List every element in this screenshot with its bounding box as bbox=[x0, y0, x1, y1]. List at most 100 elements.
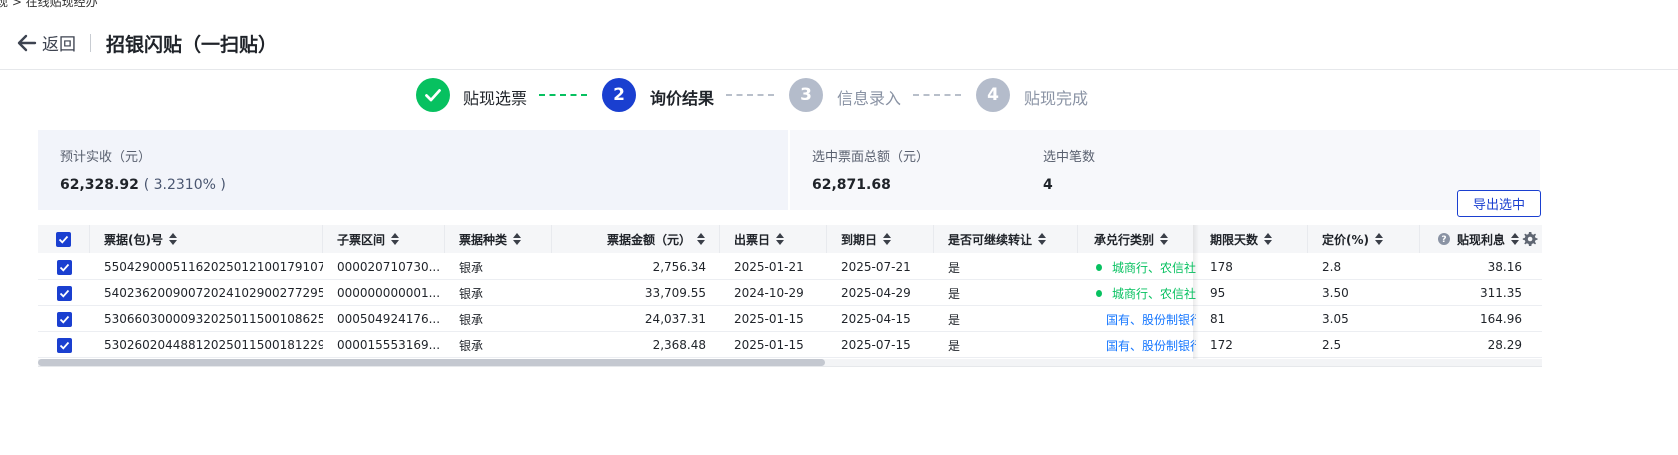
export-selected-button[interactable]: 导出选中 bbox=[1457, 190, 1541, 217]
cell-transferable: 是 bbox=[948, 338, 961, 353]
cell-amount: 2,368.48 bbox=[652, 338, 706, 352]
back-label: 返回 bbox=[42, 35, 76, 55]
row-checkbox[interactable] bbox=[56, 285, 72, 301]
col-header-sub-range[interactable]: 子票区间 bbox=[323, 225, 445, 253]
cell-interest: 28.29 bbox=[1487, 338, 1522, 352]
sort-icon[interactable] bbox=[391, 233, 400, 245]
check-icon bbox=[59, 341, 69, 350]
cell-issue: 2024-10-29 bbox=[734, 286, 804, 300]
check-icon bbox=[59, 289, 69, 298]
sort-icon[interactable] bbox=[1038, 233, 1047, 245]
row-checkbox[interactable] bbox=[56, 337, 72, 353]
sort-icon[interactable] bbox=[1375, 233, 1383, 245]
status-dot bbox=[1096, 263, 1102, 271]
expected-amount: 62,328.92 bbox=[60, 177, 139, 193]
sort-icon[interactable] bbox=[776, 233, 785, 245]
step-connector-2 bbox=[726, 94, 774, 96]
selected-count-value: 4 bbox=[1043, 177, 1053, 193]
row-checkbox-cell bbox=[38, 306, 90, 332]
header-divider bbox=[90, 34, 91, 52]
sort-icon[interactable] bbox=[1511, 233, 1520, 245]
cell-transferable: 是 bbox=[948, 312, 961, 327]
cell-range: 000020710730... bbox=[337, 260, 441, 274]
col-header-interest[interactable]: ? 贴现利息 bbox=[1420, 225, 1542, 253]
cell-issue: 2025-01-15 bbox=[734, 338, 804, 352]
col-header-due-date[interactable]: 到期日 bbox=[827, 225, 934, 253]
status-dot bbox=[1096, 289, 1102, 297]
cell-days: 172 bbox=[1210, 338, 1233, 352]
cell-issue: 2025-01-15 bbox=[734, 312, 804, 326]
cell-type: 银承 bbox=[459, 260, 484, 275]
summary-selection-box: 选中票面总额（元） 62,871.68 选中笔数 4 bbox=[790, 130, 1540, 210]
expected-receipt-value: 62,328.92 ( 3.2310% ) bbox=[60, 177, 226, 193]
col-header-issue-date[interactable]: 出票日 bbox=[720, 225, 827, 253]
summary-expected-box: 预计实收（元） 62,328.92 ( 3.2310% ) bbox=[38, 130, 788, 210]
cell-price: 2.5 bbox=[1322, 338, 1342, 352]
row-checkbox[interactable] bbox=[56, 311, 72, 327]
step-2-label: 询价结果 bbox=[650, 89, 715, 108]
cell-bank-type: 国有、股份制银行 bbox=[1078, 306, 1196, 332]
horizontal-scrollbar[interactable] bbox=[38, 359, 1542, 366]
progress-steps: 贴现选票 2 询价结果 3 信息录入 4 贴现完成 bbox=[0, 78, 1678, 112]
cell-transferable: 是 bbox=[948, 286, 961, 301]
col-header-bank-type[interactable]: 承兑行类别 bbox=[1078, 225, 1196, 253]
table-row[interactable]: 550429000511620250121001791074 0000207107… bbox=[38, 254, 1542, 280]
cell-price: 2.8 bbox=[1322, 260, 1342, 274]
cell-interest: 38.16 bbox=[1487, 260, 1522, 274]
step-4-label: 贴现完成 bbox=[1024, 89, 1089, 108]
cell-days: 81 bbox=[1210, 312, 1226, 326]
fixed-column-shadow bbox=[1193, 225, 1199, 362]
arrow-left-icon bbox=[17, 34, 37, 51]
sort-icon[interactable] bbox=[1264, 233, 1273, 245]
row-checkbox-cell bbox=[38, 280, 90, 306]
table-row[interactable]: 530660300009320250115001086256 0005049241… bbox=[38, 306, 1542, 332]
cell-issue: 2025-01-21 bbox=[734, 260, 804, 274]
back-button[interactable]: 返回 bbox=[16, 30, 76, 55]
selected-count-label: 选中笔数 bbox=[1043, 150, 1096, 165]
sort-icon[interactable] bbox=[697, 233, 705, 245]
bank-type-text: 城商行、农信社 bbox=[1111, 286, 1196, 301]
cell-id: 530260204488120250115001812296 bbox=[104, 338, 323, 352]
bank-type-text: 城商行、农信社 bbox=[1111, 260, 1196, 275]
expected-receipt-label: 预计实收（元） bbox=[60, 150, 152, 165]
check-icon bbox=[58, 235, 69, 244]
table-row[interactable]: 530260204488120250115001812296 0000155531… bbox=[38, 332, 1542, 358]
sort-icon[interactable] bbox=[883, 233, 892, 245]
sort-icon[interactable] bbox=[168, 233, 177, 245]
gear-icon[interactable] bbox=[1522, 231, 1538, 247]
breadcrumb: 现 > 在线贴现经办 bbox=[0, 0, 98, 9]
table-row[interactable]: 540236200900720241029002772951 0000000000… bbox=[38, 280, 1542, 306]
col-header-transferable[interactable]: 是否可继续转让 bbox=[934, 225, 1078, 253]
cell-amount: 24,037.31 bbox=[644, 312, 706, 326]
sort-icon[interactable] bbox=[513, 233, 522, 245]
selected-total-label: 选中票面总额（元） bbox=[812, 150, 930, 165]
cell-due: 2025-04-15 bbox=[841, 312, 911, 326]
cell-type: 银承 bbox=[459, 338, 484, 353]
sort-icon[interactable] bbox=[1160, 233, 1169, 245]
step-connector-3 bbox=[913, 94, 961, 96]
selected-total-value: 62,871.68 bbox=[812, 177, 891, 193]
select-all-checkbox[interactable] bbox=[56, 231, 71, 247]
step-connector-1 bbox=[539, 94, 587, 96]
cell-id: 540236200900720241029002772951 bbox=[104, 286, 323, 300]
cell-interest: 164.96 bbox=[1480, 312, 1522, 326]
cell-bank-type: 国有、股份制银行 bbox=[1078, 332, 1196, 358]
cell-days: 95 bbox=[1210, 286, 1226, 300]
cell-due: 2025-04-29 bbox=[841, 286, 911, 300]
col-header-days[interactable]: 期限天数 bbox=[1196, 225, 1308, 253]
cell-bank-type: 城商行、农信社 bbox=[1078, 254, 1196, 280]
cell-range: 000504924176... bbox=[337, 312, 441, 326]
bank-type-text: 国有、股份制银行 bbox=[1106, 338, 1196, 353]
bank-type-text: 国有、股份制银行 bbox=[1106, 312, 1196, 327]
question-circle-icon[interactable]: ? bbox=[1438, 233, 1450, 245]
cell-range: 000000000001... bbox=[337, 286, 441, 300]
col-header-price[interactable]: 定价(%) bbox=[1308, 225, 1420, 253]
cell-range: 000015553169... bbox=[337, 338, 441, 352]
scrollbar-thumb[interactable] bbox=[38, 359, 825, 366]
col-header-amount[interactable]: 票据金额（元） bbox=[552, 225, 720, 253]
col-header-bill-type[interactable]: 票据种类 bbox=[445, 225, 552, 253]
col-header-bill-no[interactable]: 票据(包)号 bbox=[90, 225, 323, 253]
step-1-label: 贴现选票 bbox=[463, 89, 528, 108]
row-checkbox[interactable] bbox=[56, 259, 72, 275]
step-4-circle: 4 bbox=[976, 78, 1010, 112]
